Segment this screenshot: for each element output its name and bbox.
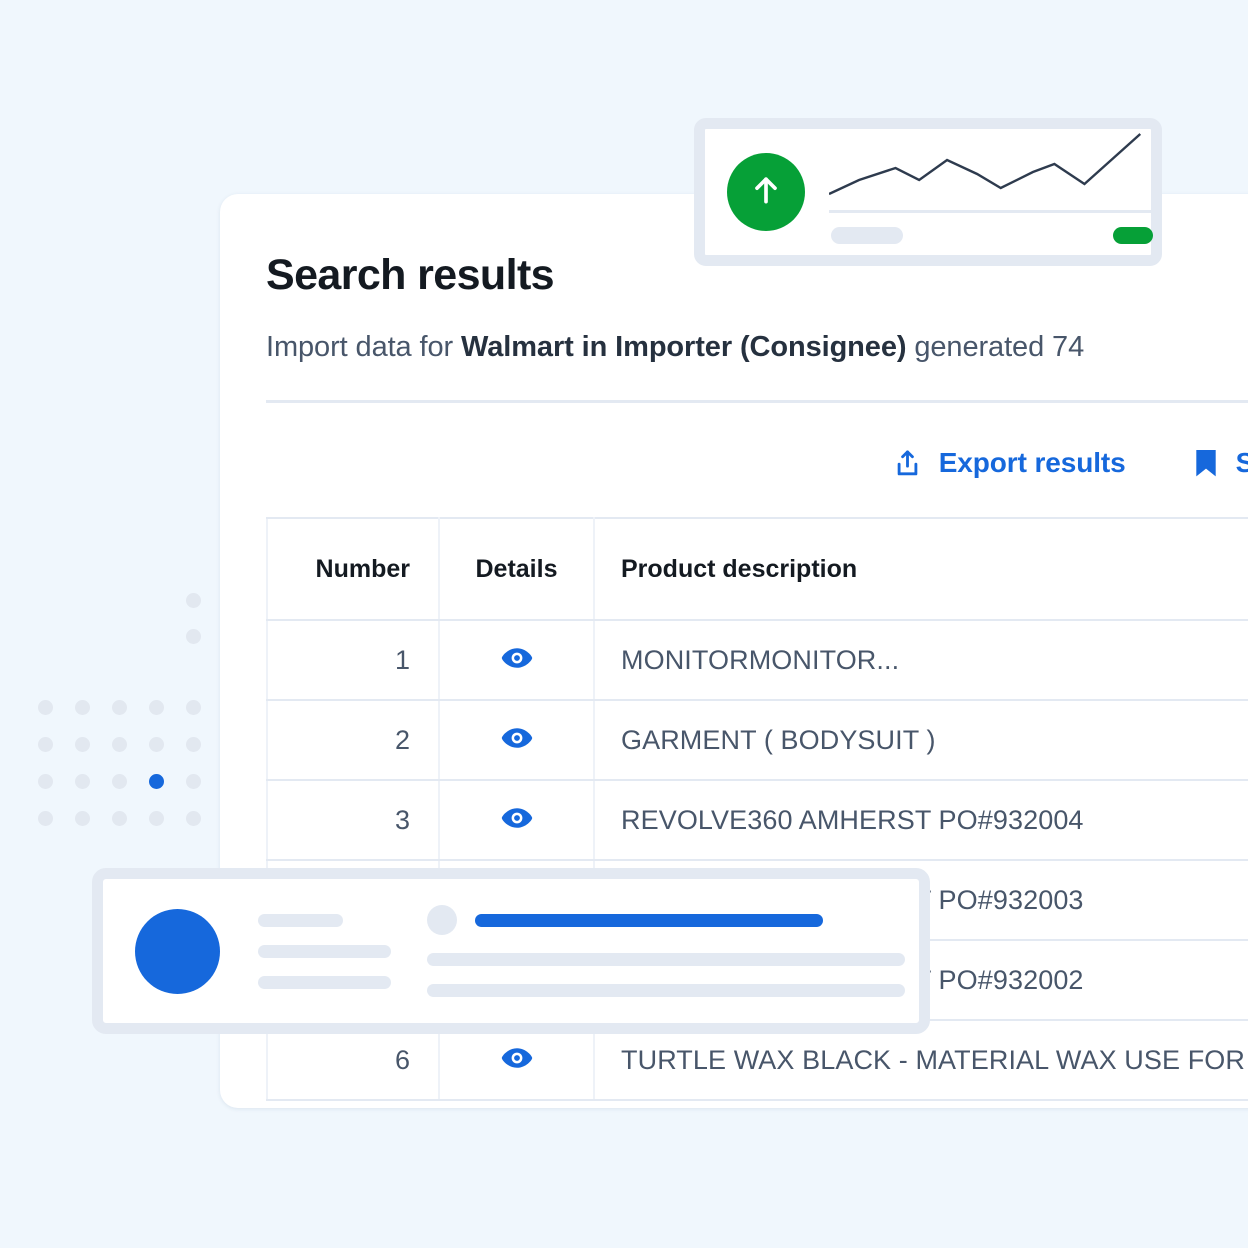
trend-line [829,132,1151,222]
dot [149,737,164,752]
dot [186,593,201,608]
placeholder-line [427,953,905,966]
dot [186,811,201,826]
dot [186,629,201,644]
save-search-button[interactable]: Save search [1192,447,1248,479]
export-results-button[interactable]: Export results [892,447,1126,479]
dot [38,700,53,715]
cell-number: 1 [267,620,439,700]
dot [38,774,53,789]
dot [149,811,164,826]
dot [186,737,201,752]
placeholder-line-highlighted [475,914,823,927]
dot [149,700,164,715]
cell-product-description: REVOLVE360 AMHERST PO#932004 [594,780,1248,860]
dot [186,700,201,715]
summary-query: Walmart in Importer (Consignee) [461,331,906,363]
chart-label-placeholder [831,227,903,244]
preview-content-column [427,905,919,997]
header-divider [266,400,1248,403]
placeholder-line [258,914,343,927]
cell-number: 2 [267,700,439,780]
table-row: 1 MONITORMONITOR... [267,620,1248,700]
dot [112,700,127,715]
dot [75,774,90,789]
column-header-details[interactable]: Details [439,518,594,620]
cell-details [439,620,594,700]
placeholder-line [258,945,391,958]
eye-icon[interactable] [500,645,534,671]
dot [75,811,90,826]
summary-suffix: generated 74 [906,331,1084,363]
column-header-number[interactable]: Number [267,518,439,620]
placeholder-avatar-small [427,905,457,935]
arrow-up-badge [727,153,805,231]
eye-icon[interactable] [500,1045,534,1071]
chart-baseline [829,210,1155,213]
preview-highlight-row [427,905,919,935]
table-row: 3 REVOLVE360 AMHERST PO#932004 [267,780,1248,860]
trend-chart-card [694,118,1162,266]
cell-product-description: GARMENT ( BODYSUIT ) [594,700,1248,780]
summary-prefix: Import data for [266,331,461,363]
dot [38,811,53,826]
placeholder-line [427,984,905,997]
cell-product-description: MONITORMONITOR... [594,620,1248,700]
results-summary: Import data for Walmart in Importer (Con… [266,331,1248,364]
cell-number: 3 [267,780,439,860]
avatar [135,909,220,994]
bookmark-icon [1192,448,1220,479]
eye-icon[interactable] [500,805,534,831]
arrow-up-icon [746,170,786,215]
export-results-label: Export results [939,447,1126,479]
preview-label-column [258,914,391,989]
decorative-dot-grid [38,585,218,845]
dot [75,700,90,715]
save-search-label: Save search [1236,447,1248,479]
table-row: 2 GARMENT ( BODYSUIT ) [267,700,1248,780]
dot [75,737,90,752]
dot [112,774,127,789]
table-header-row: Number Details Product description [267,518,1248,620]
table-header: Number Details Product description [267,518,1248,620]
dot [38,737,53,752]
column-header-product-description[interactable]: Product description [594,518,1248,620]
actions-toolbar: Export results Save search [266,431,1248,495]
trend-chart-graphic [829,132,1151,252]
share-upload-icon [892,448,923,479]
cell-details [439,700,594,780]
eye-icon[interactable] [500,725,534,751]
dot [112,811,127,826]
dot [112,737,127,752]
dot [186,774,201,789]
cell-details [439,780,594,860]
placeholder-line [258,976,391,989]
dot-accent [149,774,164,789]
record-preview-card [92,868,930,1034]
chart-value-badge [1113,227,1153,244]
